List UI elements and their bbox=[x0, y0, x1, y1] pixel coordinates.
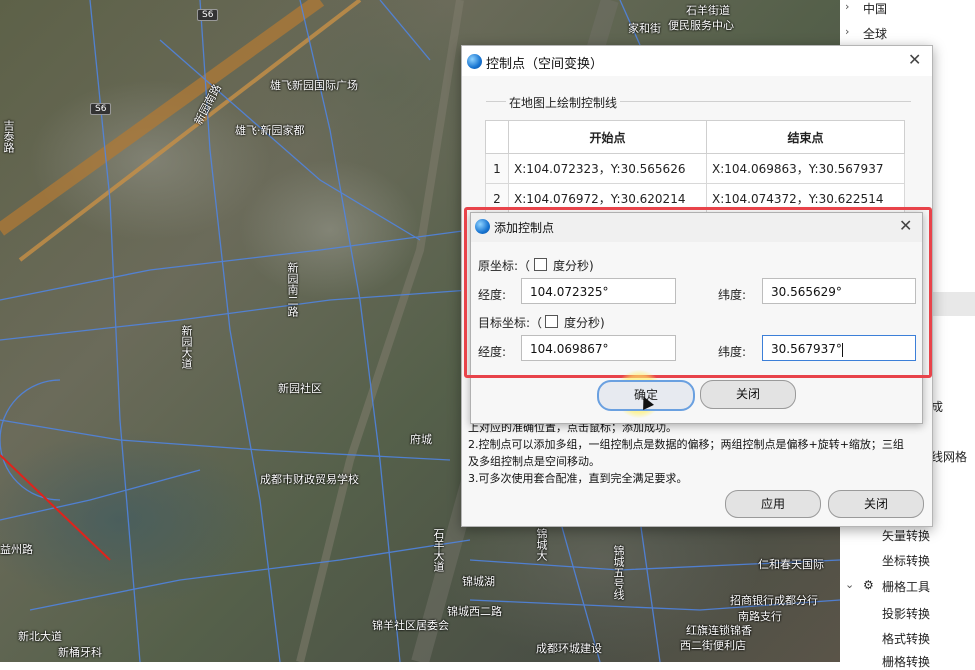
close-icon[interactable]: ✕ bbox=[908, 50, 921, 69]
text-caret bbox=[841, 342, 843, 357]
map-label: 石羊街道 bbox=[686, 4, 730, 17]
map-label: 益州路 bbox=[0, 543, 33, 556]
map-label: 红旗连锁锦香 bbox=[686, 624, 752, 637]
start-point-cell[interactable]: X:104.076972，Y:30.620214 bbox=[508, 183, 707, 214]
source-lat-input[interactable]: 30.565629° bbox=[762, 278, 916, 304]
table-header-index bbox=[485, 120, 509, 154]
target-dms-checkbox[interactable] bbox=[545, 315, 558, 328]
target-lat-value: 30.567937° bbox=[771, 342, 842, 356]
road-badge: S6 bbox=[90, 103, 112, 115]
map-label: 锦羊社区居委会 bbox=[372, 619, 449, 632]
map-label: 锦城湖 bbox=[462, 575, 495, 588]
tree-item-china[interactable]: 中国 bbox=[863, 0, 887, 17]
tree-item-projection[interactable]: 投影转换 bbox=[882, 605, 930, 622]
table-header-end: 结束点 bbox=[706, 120, 905, 154]
tree-item-grid[interactable]: 线网格 bbox=[931, 448, 967, 465]
end-point-cell[interactable]: X:104.074372，Y:30.622514 bbox=[706, 183, 905, 214]
map-label: 新北大道 bbox=[18, 630, 62, 643]
chevron-right-icon[interactable]: › bbox=[845, 0, 849, 13]
source-dms-checkbox[interactable] bbox=[534, 258, 547, 271]
help-text: 上对应的准确位置，点击鼠标；添加成功。 2.控制点可以添加多组，一组控制点是数据… bbox=[468, 419, 923, 487]
add-control-point-dialog: 添加控制点 ✕ 原坐标:（ 度分秒) 经度: 104.072325° 纬度: 3… bbox=[470, 212, 923, 424]
tree-item-raster-tools[interactable]: 栅格工具 bbox=[882, 578, 930, 595]
map-label: 锦城大 bbox=[535, 528, 548, 561]
end-point-cell[interactable]: X:104.069863，Y:30.567937 bbox=[706, 153, 905, 184]
help-line: 3.可多次使用套合配准，直到完全满足要求。 bbox=[468, 472, 688, 485]
group-label: 在地图上绘制控制线 bbox=[506, 94, 621, 111]
map-label: 成都环城建设 bbox=[536, 642, 602, 655]
target-lon-label: 经度: bbox=[478, 345, 507, 359]
map-label: 便民服务中心 bbox=[668, 19, 734, 32]
map-label: 雄飞·新园家都 bbox=[235, 124, 305, 137]
map-label: 府城 bbox=[410, 433, 432, 446]
target-lat-input[interactable]: 30.567937° bbox=[762, 335, 916, 361]
app-logo-icon bbox=[467, 54, 482, 69]
source-coord-label: 原坐标:（ bbox=[478, 259, 531, 273]
tree-item-format[interactable]: 格式转换 bbox=[882, 630, 930, 647]
map-label: 新园南二路 bbox=[286, 262, 299, 317]
map-label: 招商银行成都分行 bbox=[730, 594, 818, 607]
dialog-titlebar[interactable]: 控制点（空间变换） ✕ bbox=[462, 46, 932, 76]
row-index: 2 bbox=[485, 183, 509, 214]
close-icon[interactable]: ✕ bbox=[899, 216, 912, 235]
road-badge: S6 bbox=[197, 9, 219, 21]
map-label: 新园社区 bbox=[278, 382, 322, 395]
main-close-button[interactable]: 关闭 bbox=[828, 490, 924, 518]
row-index: 1 bbox=[485, 153, 509, 184]
source-lon-input[interactable]: 104.072325° bbox=[521, 278, 676, 304]
target-coord-label: 目标坐标:（ bbox=[478, 316, 543, 330]
target-lon-input[interactable]: 104.069867° bbox=[521, 335, 676, 361]
map-label: 石羊大道 bbox=[432, 528, 445, 572]
table-row[interactable]: 2 X:104.076972，Y:30.620214 X:104.074372，… bbox=[485, 183, 905, 214]
control-lines-table: 开始点 结束点 1 X:104.072323，Y:30.565626 X:104… bbox=[485, 120, 905, 214]
tree-item-global[interactable]: 全球 bbox=[863, 25, 887, 42]
table-row[interactable]: 1 X:104.072323，Y:30.565626 X:104.069863，… bbox=[485, 153, 905, 184]
source-dms-label: 度分秒) bbox=[553, 259, 594, 273]
table-header-row: 开始点 结束点 bbox=[485, 120, 905, 154]
help-line: 2.控制点可以添加多组，一组控制点是数据的偏移；两组控制点是偏移+旋转+缩放；三… bbox=[468, 438, 904, 451]
tree-item-coord-convert[interactable]: 坐标转换 bbox=[882, 552, 930, 569]
map-label: 锦城西二路 bbox=[447, 605, 502, 618]
map-label: 仁和春天国际 bbox=[758, 558, 824, 571]
sub-dialog-titlebar[interactable]: 添加控制点 ✕ bbox=[471, 213, 922, 242]
chevron-right-icon[interactable]: › bbox=[845, 25, 849, 38]
map-label: 新园大道 bbox=[180, 325, 193, 369]
map-label: 新桶牙科 bbox=[58, 646, 102, 659]
source-lat-label: 纬度: bbox=[718, 288, 747, 302]
target-dms-label: 度分秒) bbox=[564, 316, 605, 330]
tree-item-vector-convert[interactable]: 矢量转换 bbox=[882, 527, 930, 544]
dialog-title: 控制点（空间变换） bbox=[486, 57, 604, 72]
map-label: 成都市财政贸易学校 bbox=[260, 473, 359, 486]
help-line: 及多组控制点是空间移动。 bbox=[468, 455, 600, 468]
chevron-down-icon[interactable]: ⌄ bbox=[845, 578, 854, 591]
map-label: 西二街便利店 bbox=[680, 639, 746, 652]
map-label: 家和街 bbox=[628, 22, 661, 35]
raster-tools-icon: ⚙ bbox=[863, 578, 874, 592]
app-logo-icon bbox=[475, 219, 490, 234]
sub-dialog-title: 添加控制点 bbox=[494, 221, 555, 235]
source-lon-label: 经度: bbox=[478, 288, 507, 302]
map-label: 吉泰路 bbox=[2, 120, 15, 153]
start-point-cell[interactable]: X:104.072323，Y:30.565626 bbox=[508, 153, 707, 184]
apply-button[interactable]: 应用 bbox=[725, 490, 821, 518]
map-label: 雄飞新园国际广场 bbox=[270, 79, 358, 92]
map-label: 锦城五号线 bbox=[612, 545, 625, 600]
target-lat-label: 纬度: bbox=[718, 345, 747, 359]
table-header-start: 开始点 bbox=[508, 120, 707, 154]
sub-close-button[interactable]: 关闭 bbox=[700, 380, 796, 409]
